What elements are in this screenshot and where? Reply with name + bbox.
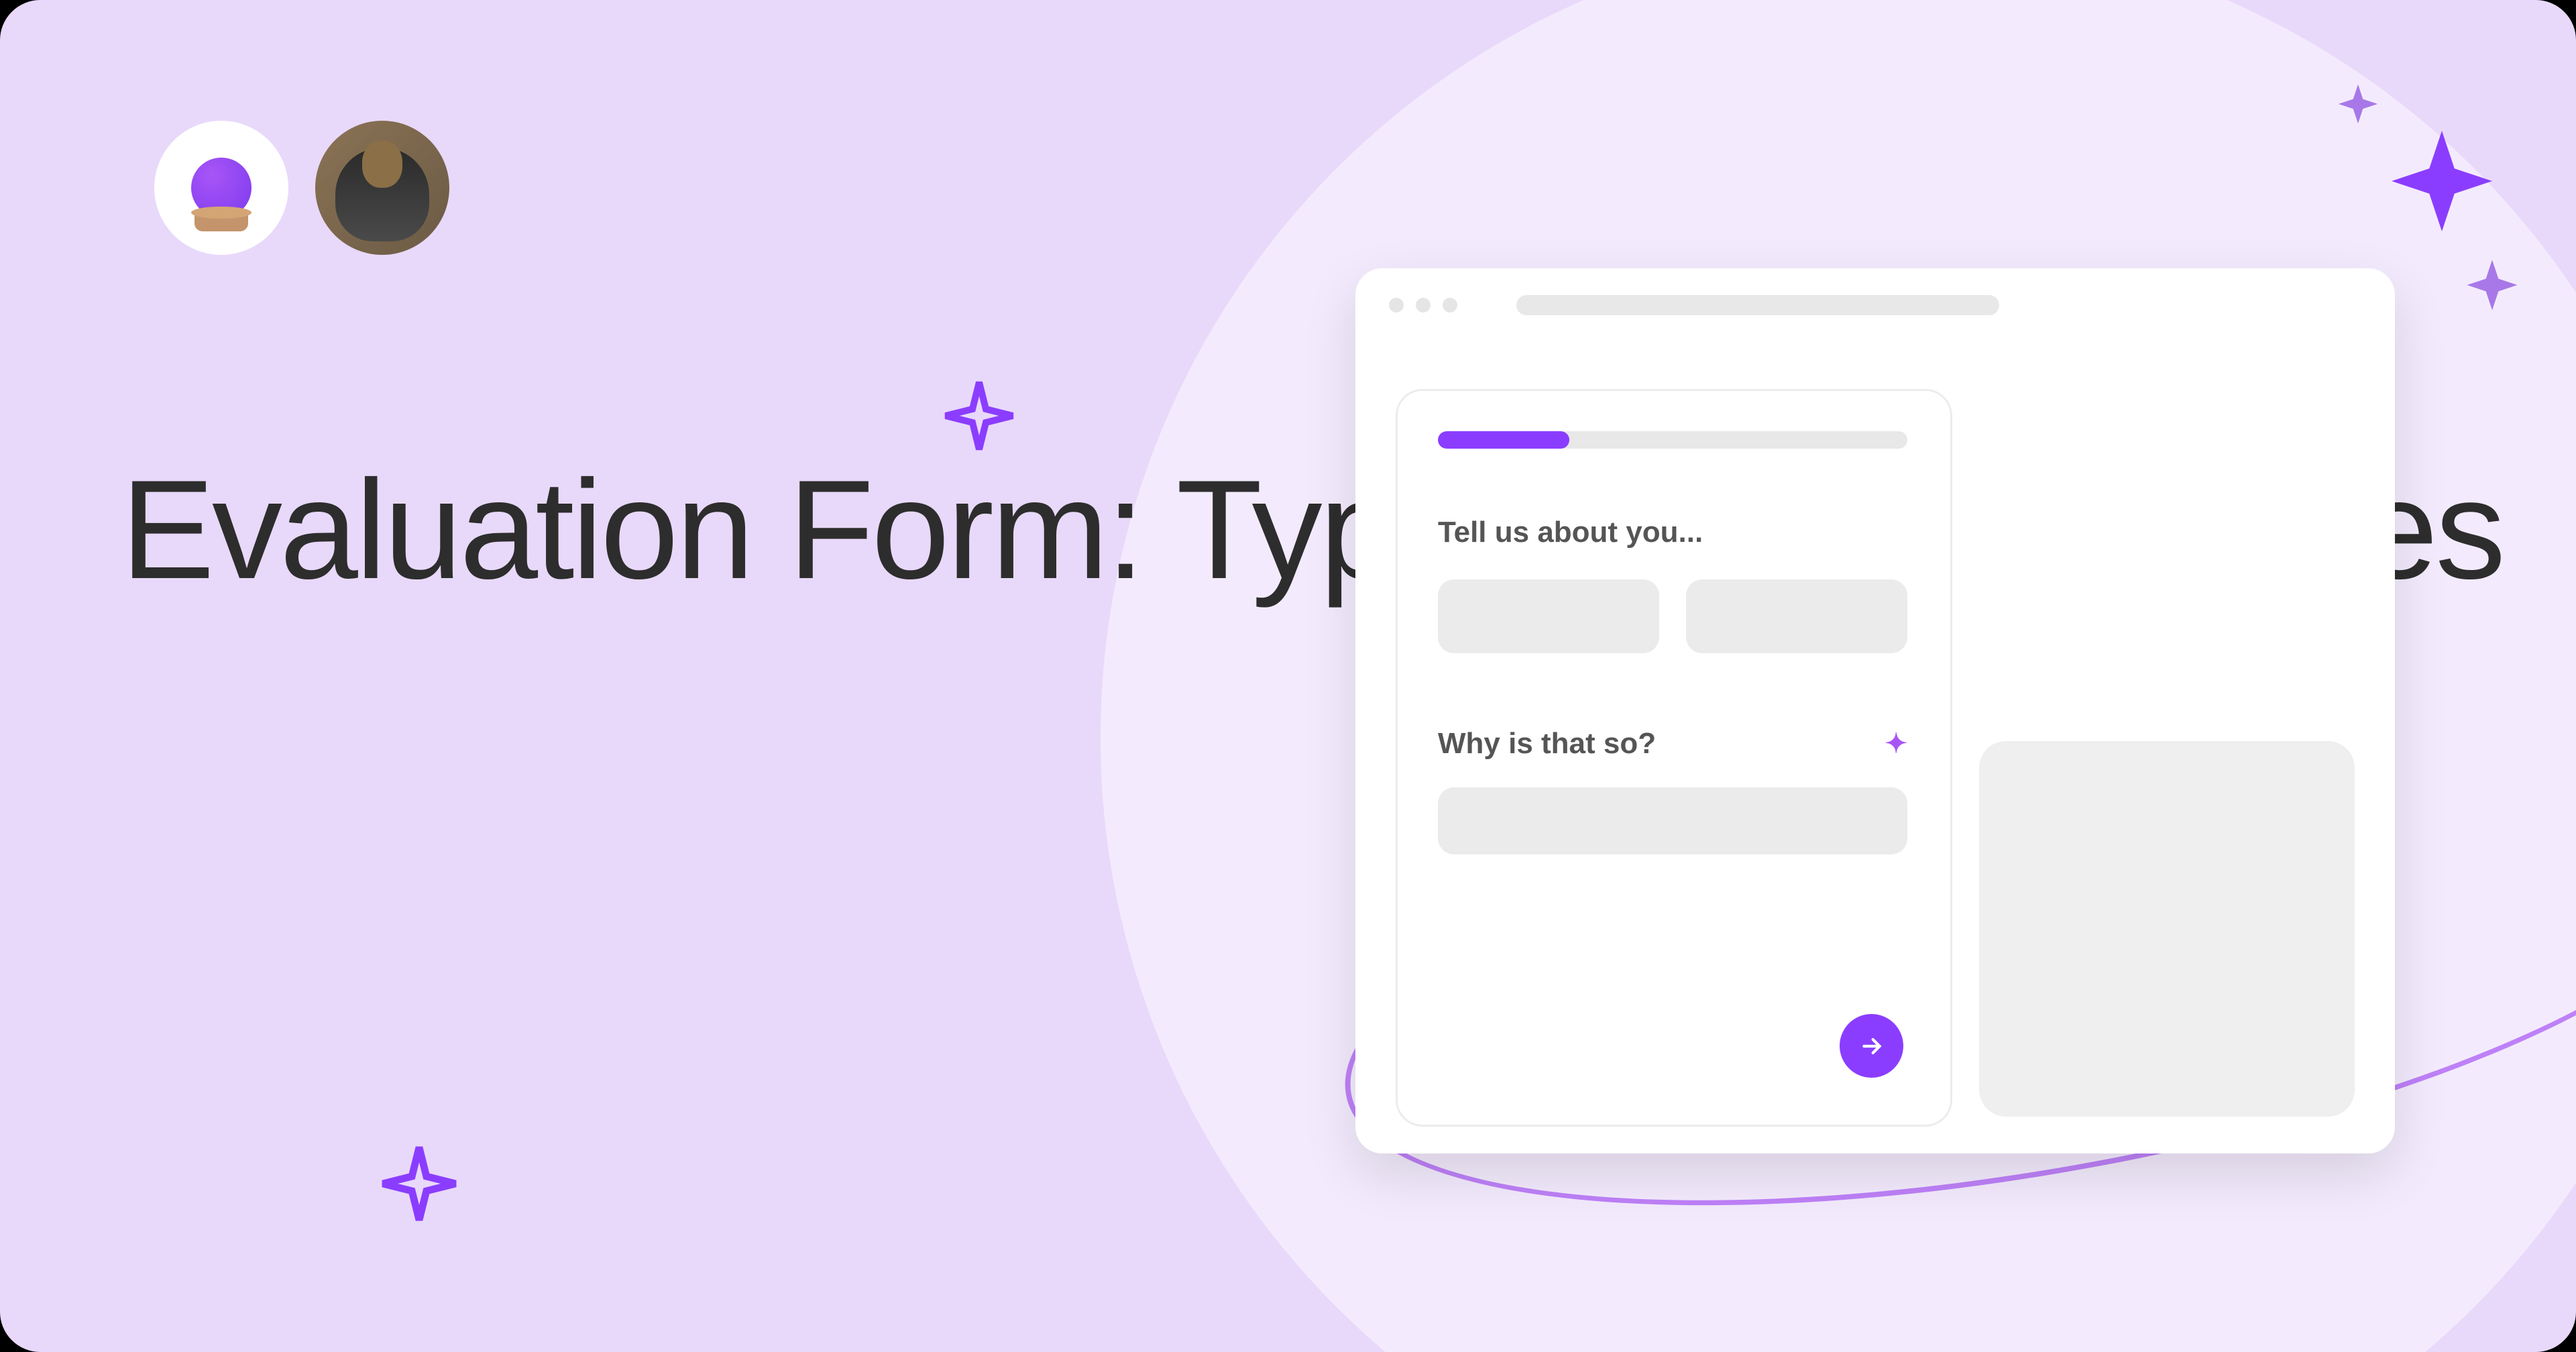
text-input[interactable] (1686, 579, 1907, 653)
avatar-logo (154, 121, 288, 255)
question-1-label: Tell us about you... (1438, 516, 1910, 549)
sparkle-icon (939, 376, 1019, 456)
question-2-label: Why is that so? (1438, 727, 1656, 760)
avatar-row (154, 121, 449, 255)
window-dot (1389, 298, 1404, 313)
sparkle-icon (2335, 80, 2382, 127)
sparkle-icon (2462, 255, 2522, 315)
hero-card: Evaluation Form: Types and Use Cases Tel… (0, 0, 2576, 1352)
text-input[interactable] (1438, 579, 1659, 653)
progress-fill (1438, 431, 1569, 449)
sparkle-icon: ✦ (1885, 728, 1907, 759)
browser-mockup: Tell us about you... Why is that so? ✦ (1355, 268, 2395, 1153)
browser-bar (1355, 268, 2395, 342)
progress-bar (1438, 431, 1907, 449)
sparkle-icon (376, 1140, 463, 1227)
window-dot (1443, 298, 1457, 313)
sparkle-icon (2382, 121, 2502, 241)
window-dot (1416, 298, 1431, 313)
text-input[interactable] (1438, 787, 1907, 854)
avatar-author (315, 121, 449, 255)
side-panel (1979, 741, 2355, 1117)
next-button[interactable] (1840, 1014, 1903, 1078)
form-panel: Tell us about you... Why is that so? ✦ (1396, 389, 1952, 1127)
url-bar (1516, 295, 1999, 315)
crystal-ball-icon (191, 158, 251, 218)
